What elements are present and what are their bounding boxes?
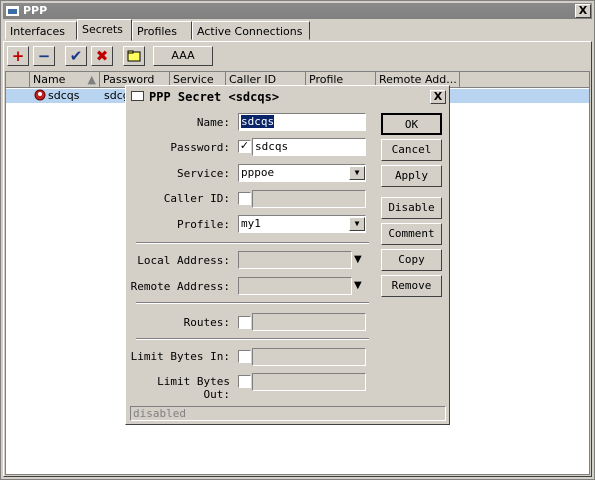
profile-select[interactable]: my1 ▼ [238, 215, 366, 233]
dropdown-arrow-icon[interactable]: ▼ [354, 280, 362, 291]
profile-value: my1 [241, 217, 261, 230]
local-address-field[interactable] [238, 251, 352, 269]
divider [136, 302, 369, 304]
ppp-secret-dialog: PPP Secret <sdcqs> X Name: sdcqs Passwor… [125, 85, 450, 425]
row-name: sdcqs [48, 89, 80, 102]
chevron-down-icon[interactable]: ▼ [349, 217, 365, 231]
limit-bytes-out-field[interactable] [252, 373, 366, 391]
apply-button[interactable]: Apply [381, 165, 442, 187]
dialog-title: PPP Secret <sdcqs> [149, 90, 280, 104]
service-select[interactable]: pppoe ▼ [238, 164, 366, 182]
limit-bytes-out-checkbox[interactable] [238, 375, 251, 388]
routes-checkbox[interactable] [238, 316, 251, 329]
routes-field[interactable] [252, 313, 366, 331]
tab-interfaces[interactable]: Interfaces [5, 21, 77, 40]
limit-bytes-in-checkbox[interactable] [238, 350, 251, 363]
copy-button[interactable]: Copy [381, 249, 442, 271]
divider [136, 242, 369, 244]
user-icon [34, 89, 46, 103]
close-button[interactable]: X [575, 4, 591, 18]
dialog-title-bar[interactable]: PPP Secret <sdcqs> X [128, 88, 446, 105]
caller-id-field[interactable] [252, 190, 366, 208]
service-value: pppoe [241, 166, 275, 179]
tab-active-connections[interactable]: Active Connections [192, 21, 310, 40]
disable-button[interactable]: Disable [381, 197, 442, 219]
title-bar[interactable]: PPP X [3, 3, 592, 19]
comment-button[interactable]: Comment [381, 223, 442, 245]
ok-button[interactable]: OK [381, 113, 442, 135]
divider [136, 338, 369, 340]
limit-bytes-in-field[interactable] [252, 348, 366, 366]
minus-icon: − [37, 47, 51, 65]
plus-icon: + [11, 47, 25, 65]
window-icon [6, 6, 19, 16]
check-icon: ✔ [69, 47, 83, 65]
service-label: Service: [177, 167, 230, 180]
note-icon [124, 47, 144, 65]
tab-secrets[interactable]: Secrets [77, 19, 132, 41]
cancel-button[interactable]: Cancel [381, 139, 442, 161]
password-checkbox[interactable]: ✓ [238, 140, 251, 153]
caller-id-checkbox[interactable] [238, 192, 251, 205]
caller-id-label: Caller ID: [163, 192, 230, 205]
remote-address-field[interactable] [238, 277, 352, 295]
password-label: Password: [170, 141, 230, 154]
enable-button[interactable]: ✔ [65, 46, 87, 66]
remote-address-label: Remote Address: [130, 280, 230, 293]
column-header-flags[interactable] [6, 72, 30, 88]
local-address-label: Local Address: [137, 254, 230, 267]
add-button[interactable]: + [7, 46, 29, 66]
dropdown-arrow-icon[interactable]: ▼ [354, 254, 362, 265]
remove-button[interactable]: Remove [381, 275, 442, 297]
chevron-down-icon[interactable]: ▼ [349, 166, 365, 180]
disable-button[interactable]: ✖ [91, 46, 113, 66]
routes-label: Routes: [183, 316, 230, 329]
password-field[interactable]: sdcqs [252, 138, 366, 156]
name-label: Name: [196, 116, 230, 129]
tab-profiles[interactable]: Profiles [132, 21, 192, 40]
aaa-button[interactable]: AAA [153, 46, 213, 66]
window-title: PPP [23, 4, 48, 17]
name-value: sdcqs [241, 115, 275, 128]
column-header-filler [460, 72, 589, 88]
x-icon: ✖ [95, 47, 109, 65]
dialog-window-icon [131, 91, 144, 101]
dialog-close-button[interactable]: X [430, 90, 446, 104]
name-field[interactable]: sdcqs [238, 113, 366, 131]
status-bar: disabled [130, 406, 446, 421]
limit-bytes-out-label: Limit Bytes Out: [157, 375, 230, 401]
comment-button[interactable] [123, 46, 145, 66]
column-header-name[interactable]: Name ▲ [30, 72, 100, 88]
profile-label: Profile: [177, 218, 230, 231]
limit-bytes-in-label: Limit Bytes In: [130, 350, 230, 363]
remove-button[interactable]: − [33, 46, 55, 66]
